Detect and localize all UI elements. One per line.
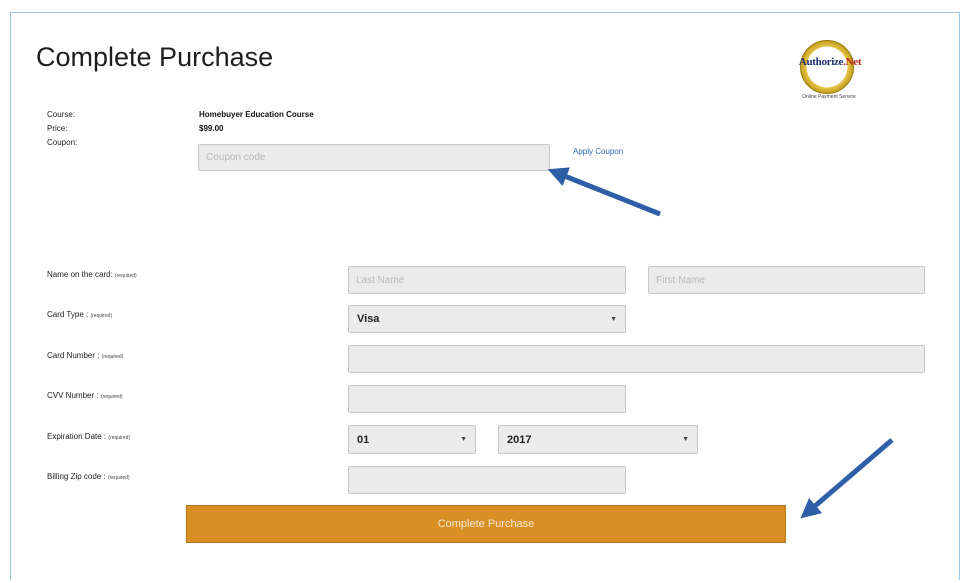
arrow-icon <box>547 167 661 217</box>
annotation-arrows <box>547 167 894 519</box>
arrow-icon <box>800 438 894 519</box>
